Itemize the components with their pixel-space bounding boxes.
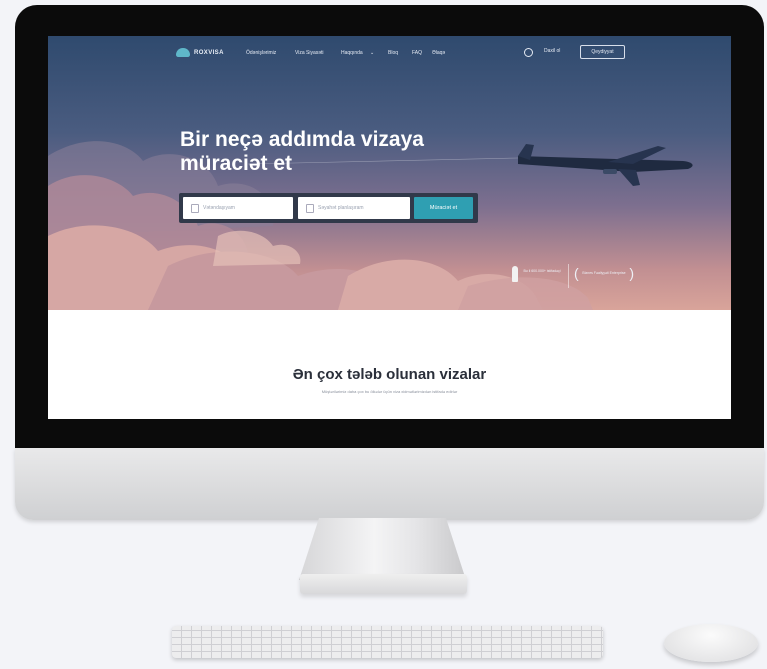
hero-section: ROXVISA Ödənişlərimiz Viza Siyasəti Haqq…	[48, 36, 731, 310]
logo-text: ROXVISA	[194, 49, 224, 56]
monitor-stand	[299, 518, 466, 580]
language-globe-icon[interactable]	[524, 48, 533, 57]
trophy-icon	[512, 266, 518, 282]
headline-line-2: müraciət et	[180, 152, 293, 175]
apply-button[interactable]: Müraciət et	[414, 197, 473, 219]
hero-headline: Bir neçə addımda vizaya müraciət et	[180, 128, 510, 176]
nav-link-visa-policy[interactable]: Viza Siyasəti	[295, 50, 324, 56]
chevron-down-icon: ⌄	[370, 50, 375, 56]
passport-icon	[191, 203, 199, 213]
visa-search-form: Vətəndaşıyam Səyahət planlaşıram Müraciə…	[179, 193, 478, 223]
award-badge-enterprise: ( Biznes Fəaliyyəti Enterprise )	[574, 264, 634, 290]
citizenship-placeholder: Vətəndaşıyam	[203, 205, 235, 211]
laurel-left-icon: (	[574, 265, 579, 281]
destination-select[interactable]: Səyahət planlaşıram	[298, 197, 410, 219]
nav-link-payments[interactable]: Ödənişlərimiz	[246, 50, 276, 56]
nav-link-about[interactable]: Haqqında	[341, 50, 363, 56]
monitor-stand-base	[300, 574, 467, 594]
register-button[interactable]: Qeydiyyat	[580, 45, 625, 59]
logo-mark-icon	[176, 48, 190, 57]
section-title: Ən çox tələb olunan vizalar	[292, 366, 487, 383]
keyboard	[172, 626, 603, 658]
nav-link-faq[interactable]: FAQ	[412, 50, 422, 56]
screen: ROXVISA Ödənişlərimiz Viza Siyasəti Haqq…	[48, 36, 731, 419]
award-enterprise-text: Biznes Fəaliyyəti Enterprise	[582, 271, 626, 275]
destination-icon	[306, 203, 314, 213]
nav-link-blog[interactable]: Bloq	[388, 50, 398, 56]
site-logo[interactable]: ROXVISA	[176, 48, 224, 57]
mouse	[664, 624, 758, 662]
award-users-text: Bu il 600.000+ istifadəçi	[523, 269, 561, 273]
citizenship-select[interactable]: Vətəndaşıyam	[183, 197, 293, 219]
destination-placeholder: Səyahət planlaşıram	[318, 205, 364, 211]
headline-line-1: Bir neçə addımda vizaya	[180, 128, 424, 151]
monitor-chin	[15, 448, 764, 520]
award-divider	[568, 264, 569, 288]
top-navigation: ROXVISA Ödənişlərimiz Viza Siyasəti Haqq…	[48, 36, 731, 70]
nav-link-contact[interactable]: Əlaqə	[432, 50, 445, 56]
login-button[interactable]: Daxil ol	[544, 48, 560, 54]
section-subtitle: Müştərilərimiz daha çox bu ölkələr üçün …	[321, 389, 458, 394]
laurel-right-icon: )	[629, 265, 634, 281]
